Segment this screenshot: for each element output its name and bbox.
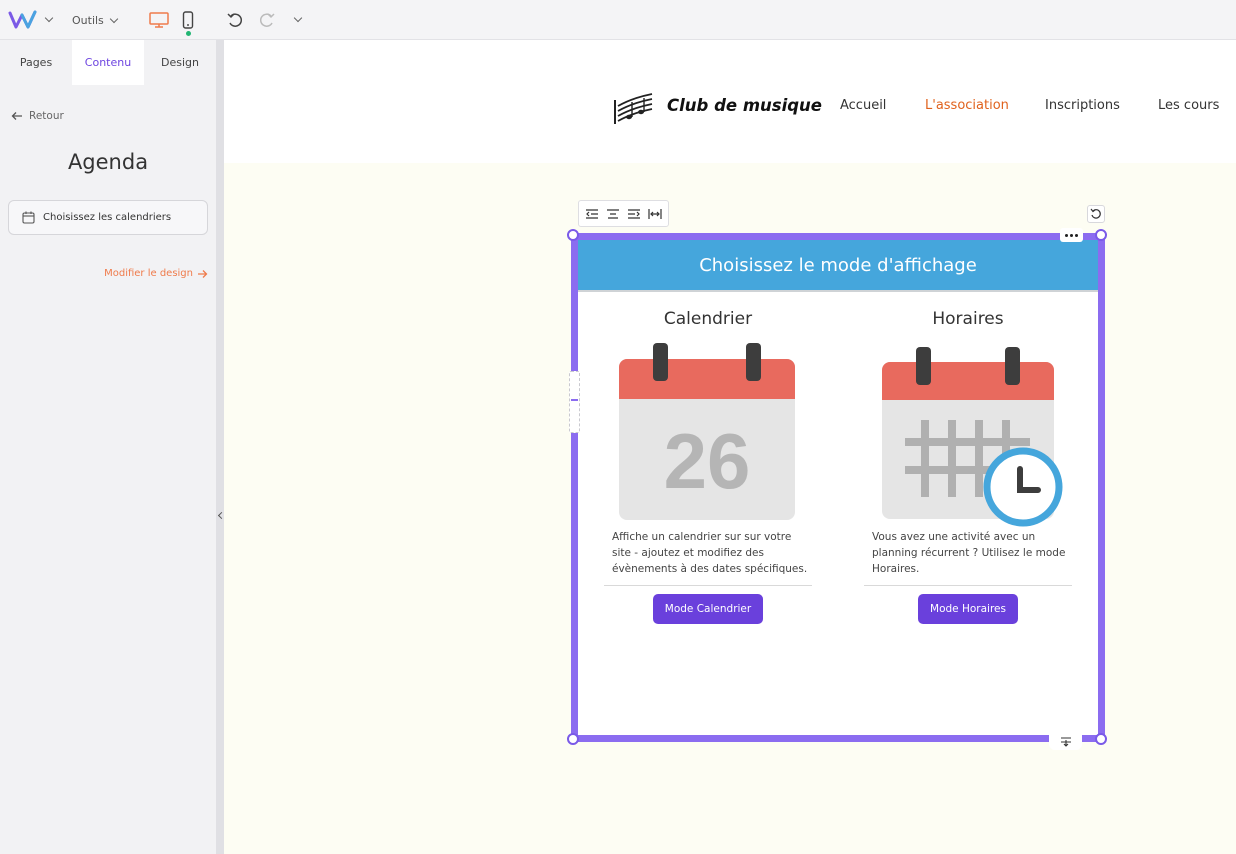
chevron-down-icon[interactable] [292,12,304,26]
modify-design-link[interactable]: Modifier le design [104,268,208,279]
calendar-icon: 26 [619,343,795,520]
calendar-select-label: Choisissez les calendriers [43,212,172,223]
more-options-button[interactable] [1060,228,1083,242]
insert-below-button[interactable] [1049,734,1082,750]
site-name[interactable]: Club de musique [667,96,822,115]
nav-association[interactable]: L'association [925,98,1009,113]
insert-below-icon [1060,737,1071,747]
divider [864,585,1072,586]
modify-design-label: Modifier le design [104,268,193,279]
w-logo-icon[interactable] [8,9,38,31]
mode-calendar-description: Affiche un calendrier sur sur votre site… [612,531,808,575]
resize-handle-top-right[interactable] [1095,229,1107,241]
arrow-left-icon [11,112,22,120]
panel-splitter[interactable] [216,40,226,854]
nav-accueil[interactable]: Accueil [840,98,886,113]
align-right-icon[interactable] [626,206,642,222]
tools-label: Outils [72,13,104,27]
nav-inscriptions[interactable]: Inscriptions [1045,98,1120,113]
collapse-chevron-icon[interactable] [217,511,226,520]
top-bar: Outils [0,0,1236,40]
widget-header: Choisissez le mode d'affichage [578,240,1098,292]
status-dot [185,30,191,36]
tab-pages[interactable]: Pages [0,40,72,85]
mode-calendar-title: Calendrier [663,309,753,329]
alignment-toolbar [578,200,669,227]
tab-design[interactable]: Design [144,40,216,85]
align-center-icon[interactable] [605,206,621,222]
calendar-day-number: 26 [664,417,751,505]
reset-rotate-icon[interactable] [1087,205,1105,223]
left-panel: Pages Contenu Design Retour Agenda Chois… [0,40,216,854]
stretch-width-icon[interactable] [647,206,663,222]
site-header: Club de musique Accueil L'association In… [224,40,1236,163]
panel-title: Agenda [67,150,149,174]
mode-schedule-description: Vous avez une activité avec un planning … [872,531,1066,575]
arrow-right-icon [198,269,208,278]
undo-icon[interactable] [226,11,244,29]
mode-calendar-button[interactable]: Mode Calendrier [653,594,763,624]
nav-les-cours[interactable]: Les cours [1158,98,1219,113]
resize-handle-bottom-right[interactable] [1095,733,1107,745]
dot-icon [1075,233,1078,237]
desktop-icon[interactable] [148,10,170,30]
panel-tabs: Pages Contenu Design [0,40,216,85]
agenda-widget[interactable]: Choisissez le mode d'affichage Calendrie… [578,240,1098,735]
back-label: Retour [29,110,64,122]
tab-contenu[interactable]: Contenu [72,40,144,85]
dot-icon [1070,233,1073,237]
redo-icon[interactable] [258,11,276,29]
mode-schedule-button[interactable]: Mode Horaires [918,594,1018,624]
left-resize-grip[interactable] [569,371,580,433]
align-left-icon[interactable] [584,206,600,222]
chevron-down-icon [109,14,119,23]
schedule-calendar-icon [882,347,1063,527]
dot-icon [1065,233,1068,237]
chevron-down-icon[interactable] [43,12,55,26]
back-link[interactable]: Retour [11,110,64,122]
calendar-select-button[interactable]: Choisissez les calendriers [8,200,208,235]
calendar-icon [22,211,35,224]
mobile-icon[interactable] [181,9,195,37]
resize-handle-bottom-left[interactable] [567,733,579,745]
resize-handle-top-left[interactable] [567,229,579,241]
music-logo-icon[interactable] [612,90,654,126]
mode-schedule-title: Horaires [932,309,1004,329]
divider [604,585,812,586]
tools-menu[interactable]: Outils [72,10,119,30]
